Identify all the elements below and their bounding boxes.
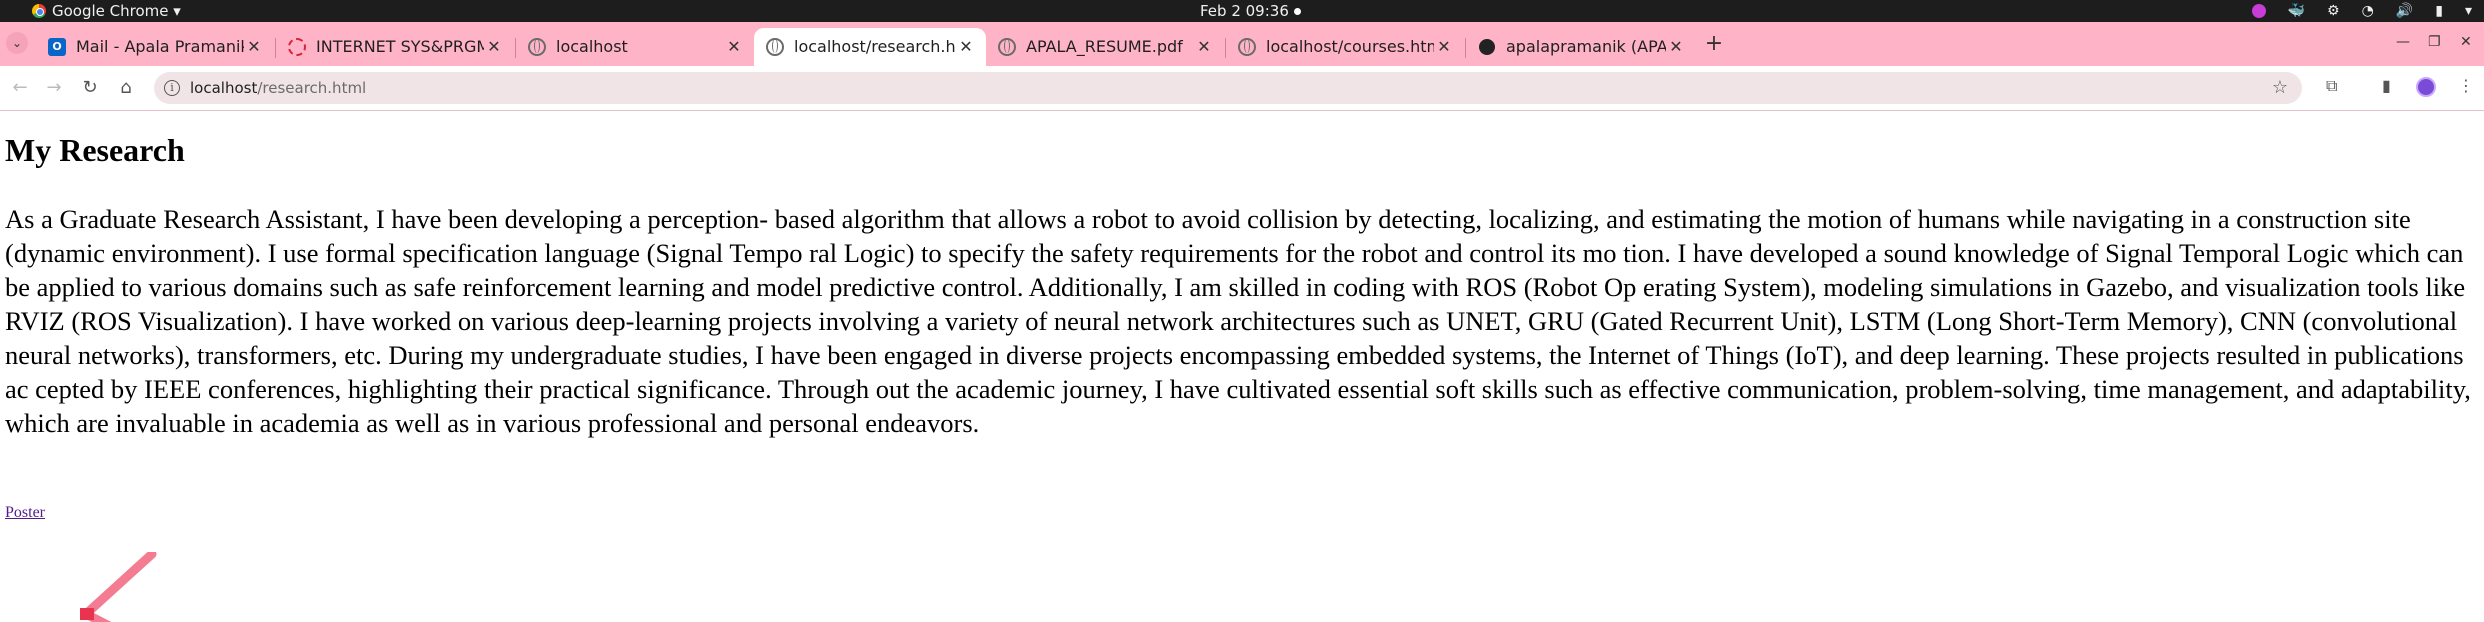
app-menu[interactable]: Google Chrome ▾ [32,0,181,22]
close-icon[interactable]: ✕ [244,30,264,64]
tab-localhost[interactable]: localhost ✕ [516,28,754,66]
settings-icon[interactable]: ⚙ [2327,0,2340,22]
new-tab-button[interactable]: + [1702,32,1726,56]
close-icon[interactable]: ✕ [724,30,744,64]
restore-icon[interactable]: ❐ [2428,34,2441,50]
globe-icon [766,38,784,56]
close-icon[interactable]: ✕ [1666,30,1686,64]
tab-title: localhost [556,37,628,56]
close-icon[interactable]: ✕ [1194,30,1214,64]
tab-research[interactable]: localhost/research.html ✕ [754,28,986,66]
battery-icon[interactable]: ▮ [2435,0,2443,22]
notification-dot-icon [1294,8,1301,15]
close-icon[interactable]: ✕ [956,30,976,64]
research-paragraph: As a Graduate Research Assistant, I have… [5,204,2471,438]
tab-title: INTERNET SYS&PRGMMI [316,37,484,56]
system-top-bar: Google Chrome ▾ Feb 2 09:36 🐳 ⚙ ◔ 🔊 ▮ ▾ [0,0,2484,22]
minimize-icon[interactable]: — [2396,34,2410,50]
docker-icon[interactable]: 🐳 [2288,0,2305,22]
tab-resume[interactable]: APALA_RESUME.pdf ✕ [986,28,1224,66]
tab-strip: ⌄ O Mail - Apala Pramanik - O ✕ INTERNET… [0,22,2484,66]
system-tray[interactable]: 🐳 ⚙ ◔ 🔊 ▮ ▾ [2251,0,2472,22]
tab-mail[interactable]: O Mail - Apala Pramanik - O ✕ [36,28,274,66]
address-bar[interactable]: i localhost/research.html ☆ [154,72,2302,104]
side-panel-icon[interactable]: ▮ [2382,76,2391,95]
page-title: My Research [5,132,185,168]
outlook-icon: O [48,38,66,56]
poster-link[interactable]: Poster [5,504,45,522]
bookmark-star-icon[interactable]: ☆ [2272,72,2288,104]
close-window-icon[interactable]: ✕ [2460,34,2472,50]
site-info-icon[interactable]: i [164,80,180,96]
reload-button[interactable]: ↻ [78,76,102,100]
profile-avatar[interactable] [2416,77,2436,97]
back-button[interactable]: ← [8,76,32,100]
globe-icon [998,38,1016,56]
close-icon[interactable]: ✕ [484,30,504,64]
tab-title: localhost/courses.html [1266,37,1434,56]
globe-icon [1238,38,1256,56]
tab-courses[interactable]: localhost/courses.html ✕ [1226,28,1464,66]
tab-github[interactable]: apalapramanik (APALA P ✕ [1466,28,1696,66]
clock[interactable]: Feb 2 09:36 [1200,0,1289,22]
close-icon[interactable]: ✕ [1434,30,1454,64]
power-menu-icon[interactable]: ▾ [2465,0,2472,22]
app-menu-label: Google Chrome ▾ [52,2,181,20]
tab-title: Mail - Apala Pramanik - O [76,37,244,56]
github-icon [1478,38,1496,56]
home-button[interactable]: ⌂ [114,76,138,100]
tab-title: localhost/research.html [794,37,956,56]
browser-toolbar: ← → ↻ ⌂ i localhost/research.html ☆ ⧉ ▮ … [0,66,2484,111]
ring-icon [288,38,306,56]
tab-search-button[interactable]: ⌄ [6,32,28,54]
tab-title: APALA_RESUME.pdf [1026,37,1183,56]
tab-internet-sys[interactable]: INTERNET SYS&PRGMMI ✕ [276,28,514,66]
menu-kebab-icon[interactable]: ⋮ [2458,76,2474,95]
url-text[interactable]: localhost/research.html [190,72,366,104]
chrome-logo-icon [32,4,46,18]
app-indicator-icon[interactable] [2251,4,2266,18]
volume-icon[interactable]: 🔊 [2396,0,2413,22]
wifi-icon[interactable]: ◔ [2362,0,2374,22]
forward-button[interactable]: → [42,76,66,100]
extensions-icon[interactable]: ⧉ [2326,76,2337,96]
annotation-arrow-icon [80,552,157,622]
globe-icon [528,38,546,56]
tab-title: apalapramanik (APALA P [1506,37,1666,56]
